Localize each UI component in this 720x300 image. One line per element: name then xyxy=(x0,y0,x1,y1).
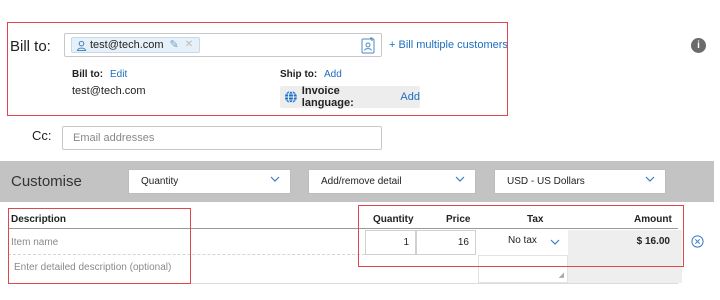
highlight-box-line-values xyxy=(358,205,684,267)
currency-select[interactable]: USD - US Dollars xyxy=(494,169,666,194)
currency-select-value: USD - US Dollars xyxy=(507,176,585,187)
chevron-down-icon xyxy=(455,176,465,182)
highlight-box-description xyxy=(8,208,191,284)
highlight-box-bill-to xyxy=(7,22,508,116)
add-remove-detail-select[interactable]: Add/remove detail xyxy=(308,169,476,194)
resize-handle-icon[interactable]: ◢ xyxy=(559,271,564,279)
cc-label: Cc: xyxy=(32,128,52,143)
quantity-select[interactable]: Quantity xyxy=(128,169,291,194)
quantity-select-value: Quantity xyxy=(141,176,179,187)
chevron-down-icon xyxy=(645,176,655,182)
remove-line-icon[interactable] xyxy=(691,235,704,248)
detail-select-value: Add/remove detail xyxy=(321,176,402,187)
info-icon[interactable]: i xyxy=(691,38,706,53)
chevron-down-icon xyxy=(270,176,280,182)
customise-label: Customise xyxy=(11,173,82,190)
cc-email-input[interactable]: Email addresses xyxy=(62,126,382,150)
